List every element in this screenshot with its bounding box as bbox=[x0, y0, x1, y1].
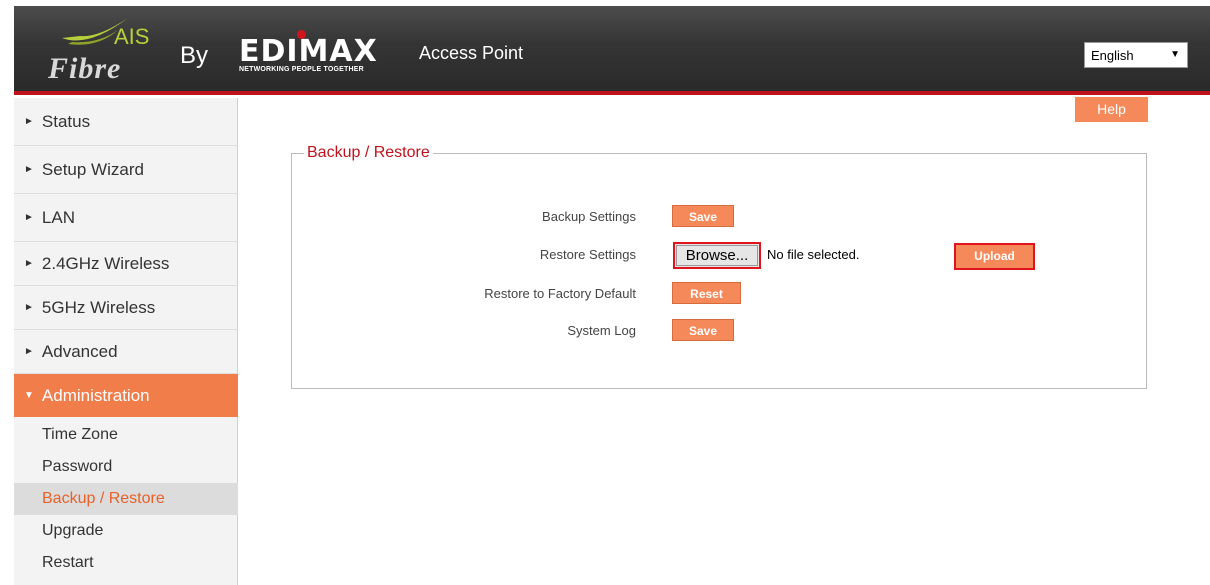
logo-ais-text: AIS bbox=[114, 24, 150, 49]
triangle-down-icon: ▼ bbox=[24, 390, 34, 401]
triangle-right-icon: ► bbox=[24, 346, 34, 357]
sidebar-item-label: 5GHz Wireless bbox=[41, 297, 156, 317]
triangle-right-icon: ► bbox=[24, 258, 34, 269]
system-log-label: System Log bbox=[567, 323, 636, 338]
sidebar-subitem-restart[interactable]: Restart bbox=[14, 547, 238, 579]
browse-button[interactable]: Browse... bbox=[673, 242, 761, 269]
ais-fibre-logo: AIS Fibre bbox=[44, 14, 164, 85]
triangle-right-icon: ► bbox=[24, 302, 34, 313]
sidebar-subitem-time-zone[interactable]: Time Zone bbox=[14, 419, 238, 451]
sidebar-item-label: LAN bbox=[41, 207, 75, 227]
sidebar: ► Status ► Setup Wizard ► LAN ► 2.4GHz W… bbox=[14, 98, 238, 585]
triangle-right-icon: ► bbox=[24, 116, 34, 127]
sidebar-item-5ghz-wireless[interactable]: ► 5GHz Wireless bbox=[14, 286, 238, 330]
sidebar-item-label: Administration bbox=[41, 385, 150, 405]
chevron-down-icon: ▼ bbox=[1170, 49, 1180, 60]
backup-save-button[interactable]: Save bbox=[672, 205, 734, 227]
reset-button[interactable]: Reset bbox=[672, 282, 741, 304]
sidebar-subitem-password[interactable]: Password bbox=[14, 451, 238, 483]
sidebar-item-status[interactable]: ► Status bbox=[14, 98, 238, 146]
language-value: English bbox=[1091, 48, 1134, 63]
sidebar-subitem-label: Time Zone bbox=[42, 426, 118, 443]
browse-button-label: Browse... bbox=[676, 245, 758, 266]
by-text: By bbox=[180, 42, 209, 69]
edimax-dot-icon bbox=[297, 30, 306, 39]
triangle-right-icon: ► bbox=[24, 164, 34, 175]
upload-button[interactable]: Upload bbox=[954, 243, 1035, 270]
edimax-brand: EDIMAX bbox=[239, 34, 378, 69]
sidebar-subitem-upgrade[interactable]: Upgrade bbox=[14, 515, 238, 547]
factory-default-label: Restore to Factory Default bbox=[484, 286, 636, 301]
sidebar-item-label: Advanced bbox=[41, 341, 118, 361]
sidebar-item-label: 2.4GHz Wireless bbox=[41, 253, 170, 273]
restore-settings-label: Restore Settings bbox=[539, 247, 636, 262]
sidebar-item-administration[interactable]: ▼ Administration bbox=[14, 374, 238, 417]
sidebar-subitem-label: Upgrade bbox=[42, 522, 104, 539]
sidebar-subitem-label: Backup / Restore bbox=[42, 490, 165, 507]
sidebar-subitem-backup-restore[interactable]: Backup / Restore bbox=[14, 483, 238, 515]
backup-restore-panel bbox=[291, 153, 1147, 389]
sidebar-item-label: Setup Wizard bbox=[41, 159, 144, 179]
sidebar-item-lan[interactable]: ► LAN bbox=[14, 194, 238, 242]
sidebar-item-24ghz-wireless[interactable]: ► 2.4GHz Wireless bbox=[14, 242, 238, 286]
sidebar-subitem-label: Restart bbox=[42, 554, 94, 571]
file-status-text: No file selected. bbox=[767, 247, 860, 262]
triangle-right-icon: ► bbox=[24, 212, 34, 223]
header-shine bbox=[14, 6, 1210, 44]
edimax-logo: EDIMAX NETWORKING PEOPLE TOGETHER bbox=[239, 30, 399, 78]
page-title: Access Point bbox=[419, 43, 524, 63]
system-log-save-button[interactable]: Save bbox=[672, 319, 734, 341]
sidebar-subitem-label: Password bbox=[42, 458, 113, 475]
language-select[interactable]: English ▼ bbox=[1084, 42, 1188, 68]
logo-fibre-text: Fibre bbox=[48, 52, 122, 85]
header-bar: AIS Fibre By EDIMAX NETWORKING PEOPLE TO… bbox=[14, 6, 1210, 95]
sidebar-item-setup-wizard[interactable]: ► Setup Wizard bbox=[14, 146, 238, 194]
panel-title: Backup / Restore bbox=[304, 144, 433, 162]
sidebar-item-label: Status bbox=[41, 111, 91, 131]
help-button[interactable]: Help bbox=[1075, 97, 1148, 122]
backup-settings-label: Backup Settings bbox=[542, 209, 636, 224]
sidebar-item-advanced[interactable]: ► Advanced bbox=[14, 330, 238, 374]
